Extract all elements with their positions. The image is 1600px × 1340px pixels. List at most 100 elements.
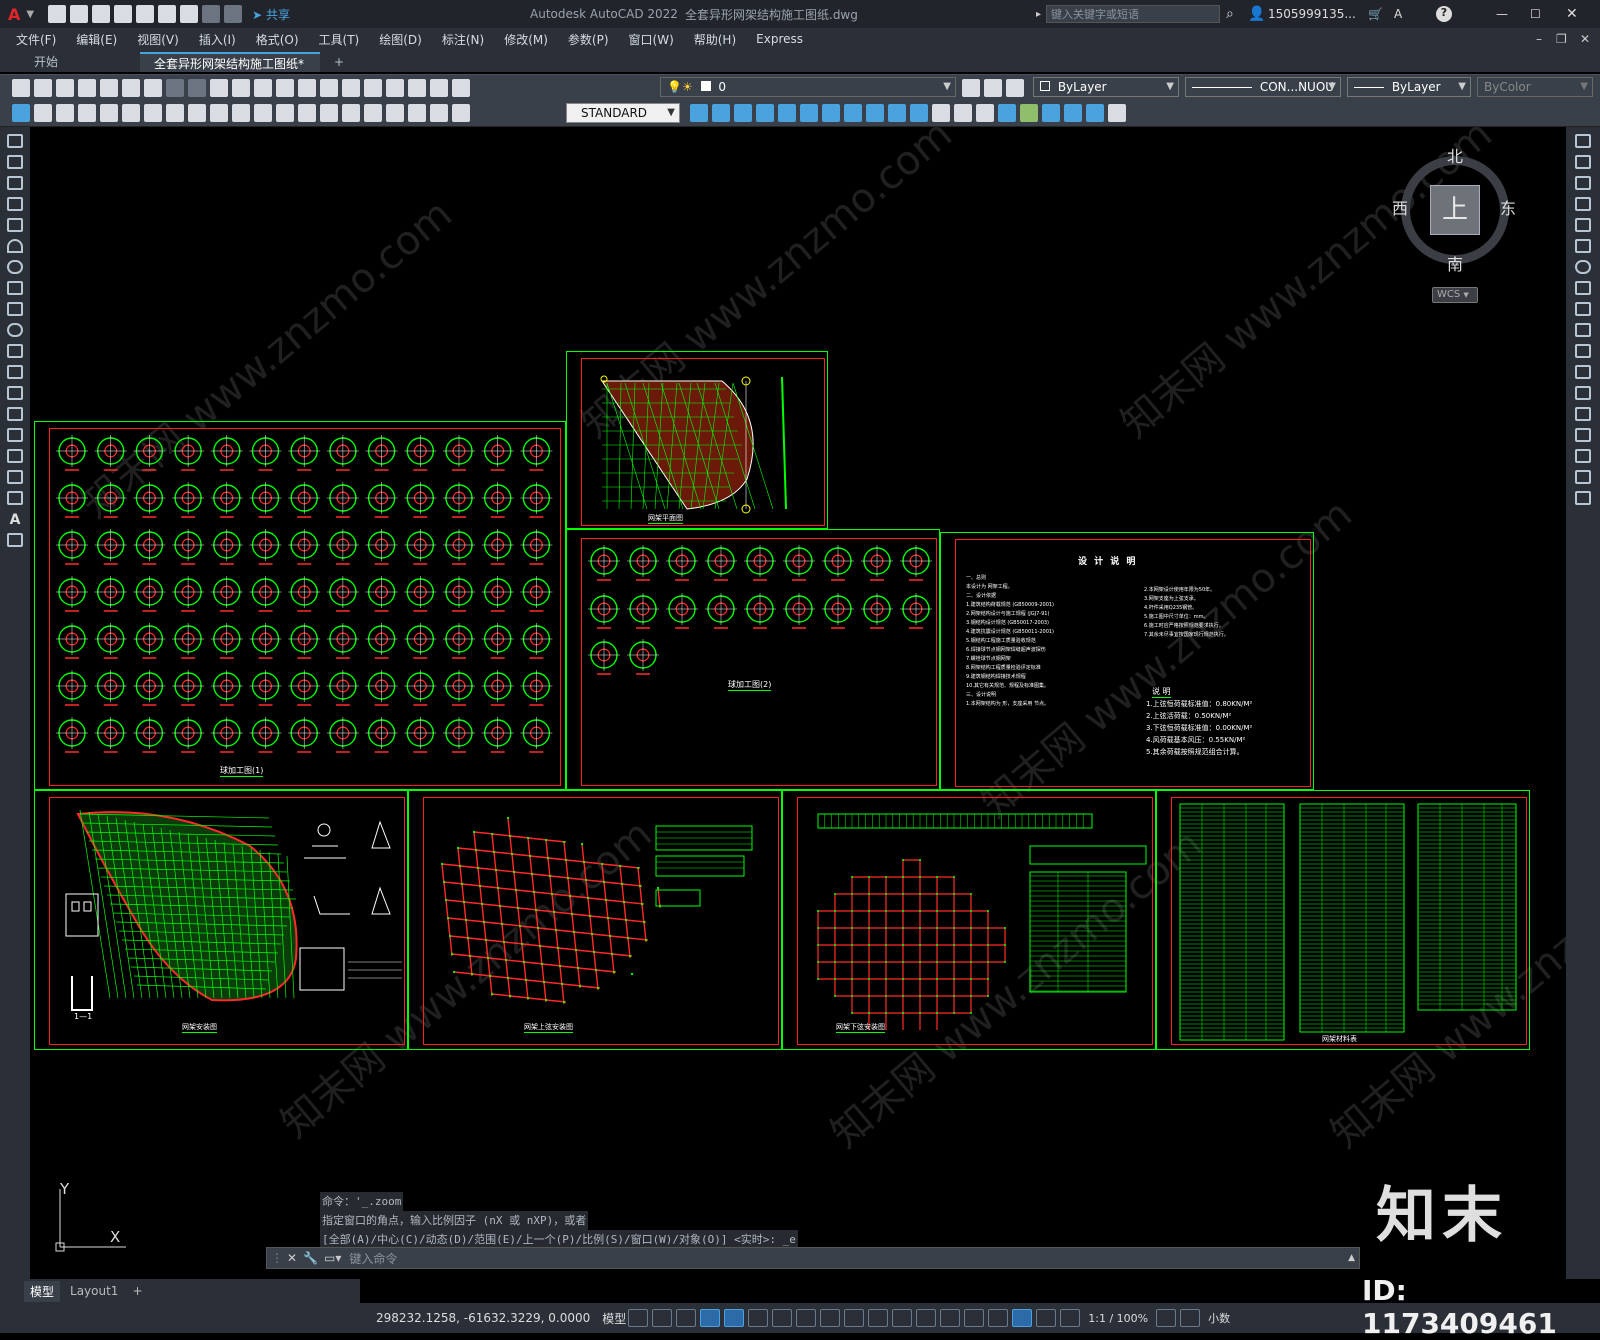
viewcube-east[interactable]: 东 xyxy=(1500,195,1516,219)
search-icon[interactable]: ⌕ xyxy=(1226,6,1234,22)
dim-angular-icon[interactable] xyxy=(188,104,206,122)
doc-minimize-icon[interactable]: – xyxy=(1536,32,1542,46)
erase-icon[interactable] xyxy=(1575,134,1591,148)
sheet-installation[interactable]: 1—1 网架安装图 xyxy=(34,790,408,1050)
workspace-icon[interactable] xyxy=(1156,1309,1177,1327)
maximize-icon[interactable]: ☐ xyxy=(1530,7,1541,21)
redo-tool-icon[interactable] xyxy=(188,79,206,97)
tolerance-icon[interactable] xyxy=(320,104,338,122)
polar-tracking-icon[interactable] xyxy=(748,1309,769,1327)
arc-icon[interactable] xyxy=(7,239,23,253)
command-grip-icon[interactable]: ⋮ xyxy=(271,1251,283,1265)
dynamic-input-icon[interactable] xyxy=(700,1309,721,1327)
pan-icon[interactable] xyxy=(210,79,228,97)
doc-close-icon[interactable]: ✕ xyxy=(1580,32,1590,46)
cart-icon[interactable]: 🛒 xyxy=(1368,7,1383,21)
redo-icon[interactable] xyxy=(224,5,243,23)
cone-icon[interactable] xyxy=(756,104,774,122)
dim-baseline-icon[interactable] xyxy=(232,104,250,122)
isometric-icon[interactable] xyxy=(772,1309,793,1327)
tool-palettes-icon[interactable] xyxy=(342,79,360,97)
scale-icon[interactable] xyxy=(1575,281,1591,295)
3d-print-icon[interactable] xyxy=(144,79,162,97)
coordinates-readout[interactable]: 298232.1258, -61632.3229, 0.0000 xyxy=(376,1311,590,1325)
lineweight-combo[interactable]: ByLayer ▼ xyxy=(1347,77,1471,97)
menu-tools[interactable]: 工具(T) xyxy=(309,31,370,48)
sphere-icon[interactable] xyxy=(778,104,796,122)
move-icon[interactable] xyxy=(1575,239,1591,253)
3d-move-icon[interactable] xyxy=(1064,104,1082,122)
copy-icon[interactable] xyxy=(1575,155,1591,169)
auto-scale-icon[interactable] xyxy=(1036,1309,1057,1327)
tab-document[interactable]: 全套异形网架结构施工图纸* ✕ xyxy=(140,52,320,91)
polygon-icon[interactable] xyxy=(7,197,23,211)
command-customize-icon[interactable]: 🔧 xyxy=(303,1251,318,1265)
menu-dimension[interactable]: 标注(N) xyxy=(432,31,494,48)
qnew-icon[interactable] xyxy=(12,79,30,97)
menu-file[interactable]: 文件(F) xyxy=(6,31,66,48)
box-icon[interactable] xyxy=(712,104,730,122)
sweep-icon[interactable] xyxy=(910,104,928,122)
sheet-plan[interactable]: 网架平面图 xyxy=(566,351,828,529)
sheet-node-details-2[interactable]: 球加工图(2) xyxy=(566,529,940,790)
color-combo[interactable]: ByLayer ▼ xyxy=(1033,77,1179,97)
extrude-icon[interactable] xyxy=(866,104,884,122)
menu-view[interactable]: 视图(V) xyxy=(127,31,189,48)
design-center-icon[interactable] xyxy=(320,79,338,97)
autocad-logo-icon[interactable]: A xyxy=(8,5,20,24)
tab-model[interactable]: 模型 xyxy=(24,1280,61,1302)
layer-properties-icon[interactable] xyxy=(452,79,470,97)
app-menu-arrow-icon[interactable]: ▼ xyxy=(26,9,34,20)
viewcube-top-face[interactable]: 上 xyxy=(1430,185,1480,235)
undo-icon[interactable] xyxy=(202,5,221,23)
extend-icon[interactable] xyxy=(1575,344,1591,358)
dim-linear-icon[interactable] xyxy=(34,104,52,122)
make-block-icon[interactable] xyxy=(7,386,23,400)
3d-align-icon[interactable] xyxy=(1108,104,1126,122)
command-close-icon[interactable]: ✕ xyxy=(287,1251,297,1265)
wedge-icon[interactable] xyxy=(822,104,840,122)
presspull-icon[interactable] xyxy=(888,104,906,122)
fillet-icon[interactable] xyxy=(1575,449,1591,463)
offset-icon[interactable] xyxy=(1575,197,1591,211)
dim-style-icon[interactable] xyxy=(690,104,708,122)
infer-constraints-icon[interactable] xyxy=(676,1309,697,1327)
mirror-icon[interactable] xyxy=(1575,176,1591,190)
new-tab-button[interactable]: + xyxy=(320,52,358,72)
new-file-icon[interactable] xyxy=(48,5,67,23)
dim-text-edit-icon[interactable] xyxy=(430,104,448,122)
menu-modify[interactable]: 修改(M) xyxy=(494,31,558,48)
lineweight-icon[interactable] xyxy=(844,1309,865,1327)
open-from-web-icon[interactable] xyxy=(136,5,155,23)
sheet-upper-chord[interactable]: 网架上弦安装图 xyxy=(408,790,782,1050)
annotation-visibility-icon[interactable] xyxy=(1012,1309,1033,1327)
explode-icon[interactable] xyxy=(1575,491,1591,505)
subtract-icon[interactable] xyxy=(998,104,1016,122)
menu-edit[interactable]: 编辑(E) xyxy=(66,31,127,48)
dim-break-icon[interactable] xyxy=(298,104,316,122)
hatch-icon[interactable] xyxy=(7,428,23,442)
layer-combo[interactable]: 💡☀ 0 ▼ xyxy=(660,77,956,97)
tab-layout1[interactable]: Layout1 xyxy=(60,1282,128,1300)
close-icon[interactable]: ✕ xyxy=(1566,6,1578,22)
grid-icon[interactable] xyxy=(628,1309,649,1327)
units-value[interactable]: 小数 xyxy=(1208,1310,1230,1326)
zoom-previous-icon[interactable] xyxy=(276,79,294,97)
array-icon[interactable] xyxy=(1575,218,1591,232)
wcs-menu[interactable]: WCS ▼ xyxy=(1432,287,1478,303)
print-preview-icon[interactable] xyxy=(100,79,118,97)
sheet-lower-chord[interactable]: 网架下弦安装图 xyxy=(782,790,1156,1050)
add-layout-button[interactable]: + xyxy=(128,1282,146,1300)
chamfer-icon[interactable] xyxy=(1575,428,1591,442)
polyline-icon[interactable] xyxy=(7,176,23,190)
slice-icon[interactable] xyxy=(1042,104,1060,122)
3d-rotate-icon[interactable] xyxy=(1086,104,1104,122)
annotation-scale-icon[interactable] xyxy=(1060,1309,1081,1327)
center-mark-icon[interactable] xyxy=(342,104,360,122)
ortho-icon[interactable] xyxy=(724,1309,745,1327)
command-line[interactable]: ⋮ ✕ 🔧 ▭▾ 键入命令 ▲ xyxy=(266,1247,1360,1269)
search-arrow-icon[interactable]: ▸ xyxy=(1036,9,1041,20)
spline-icon[interactable] xyxy=(7,302,23,316)
add-selected-icon[interactable] xyxy=(7,533,23,547)
dynamic-ucs-icon[interactable] xyxy=(940,1309,961,1327)
